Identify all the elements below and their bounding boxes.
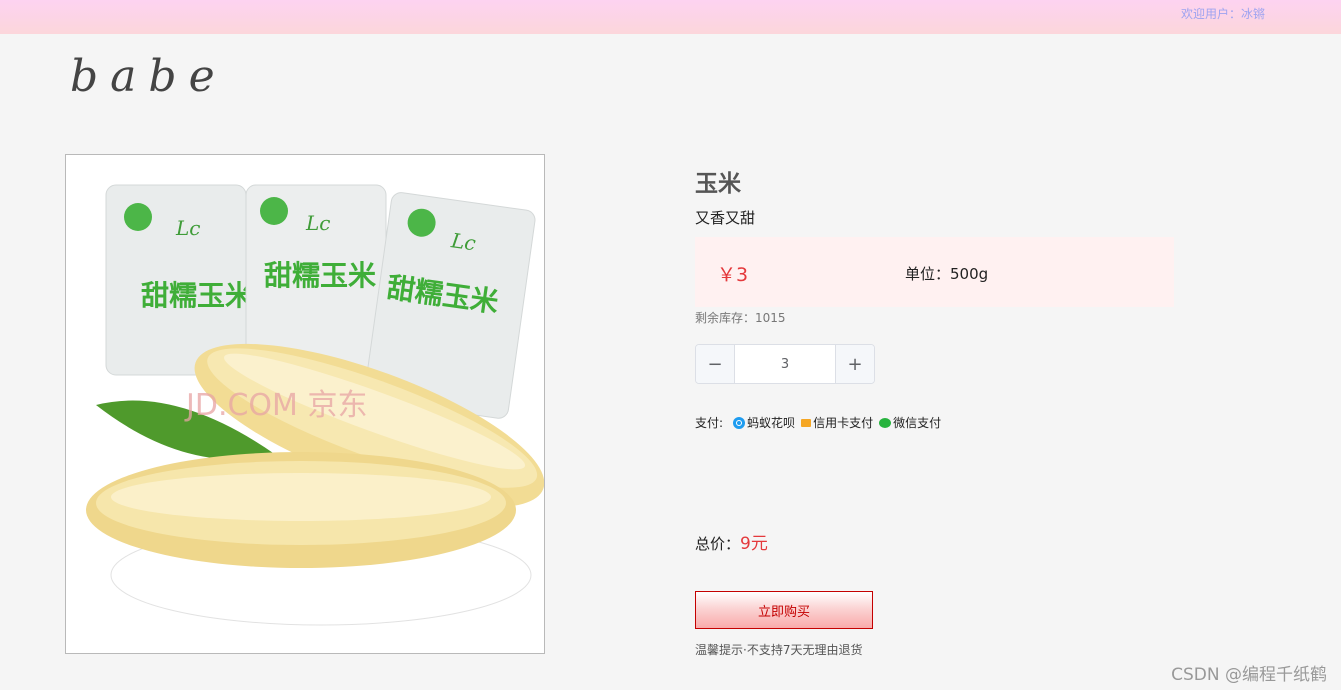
package-text: 甜糯玉米 [141, 279, 253, 312]
total-price: 总价：9元 [695, 529, 768, 554]
product-image: Lc 甜糯玉米 Lc 甜糯玉米 Lc 甜糯玉米 JD.COM 京东 [65, 154, 545, 654]
payment-label: 支付: [695, 416, 724, 430]
payment-option-label: 蚂蚁花呗 [747, 416, 796, 430]
credit-card-icon [801, 418, 812, 427]
payment-option-label: 信用卡支付 [813, 416, 874, 430]
svg-text:Lc: Lc [449, 228, 478, 255]
return-policy-tip: 温馨提示·不支持7天无理由退货 [695, 643, 863, 657]
total-amount: 9元 [740, 534, 768, 554]
quantity-stepper: − + [695, 344, 875, 384]
payment-option-wechat[interactable]: 微信支付 [879, 414, 941, 431]
package-text: 甜糯玉米 [264, 259, 376, 292]
total-label: 总价： [695, 535, 741, 553]
product-name: 玉米 [695, 171, 741, 197]
payment-options: 支付: 蚂蚁花呗 信用卡支付 微信支付 [695, 414, 947, 431]
increase-button[interactable]: + [835, 345, 874, 383]
svg-text:Lc: Lc [305, 211, 330, 235]
username-link[interactable]: 冰锵 [1241, 7, 1265, 21]
price-box: ￥3 单位：500g [695, 237, 1174, 307]
product-description: 又香又甜 [695, 209, 756, 227]
payment-option-credit-card[interactable]: 信用卡支付 [801, 414, 873, 431]
payment-option-label: 微信支付 [893, 416, 942, 430]
welcome-text: 欢迎用户：冰锵 [1181, 5, 1265, 22]
decrease-button[interactable]: − [696, 345, 735, 383]
product-unit: 单位：500g [905, 265, 989, 283]
buy-now-button[interactable]: 立即购买 [695, 591, 873, 629]
quantity-input[interactable] [735, 345, 835, 383]
top-bar: 欢迎用户：冰锵 [0, 0, 1341, 34]
site-logo[interactable]: babe [70, 52, 227, 102]
huabei-icon [733, 416, 746, 429]
wechat-icon [879, 417, 892, 428]
stock-text: 剩余库存：1015 [695, 311, 786, 325]
svg-text:Lc: Lc [175, 216, 200, 240]
welcome-label: 欢迎用户： [1180, 7, 1241, 21]
payment-option-huabei[interactable]: 蚂蚁花呗 [733, 414, 795, 431]
product-price: ￥3 [717, 264, 749, 286]
image-watermark: JD.COM 京东 [184, 388, 367, 423]
corn-cob-bottom [86, 452, 516, 568]
csdn-watermark: CSDN @编程千纸鹤 [1171, 665, 1327, 685]
